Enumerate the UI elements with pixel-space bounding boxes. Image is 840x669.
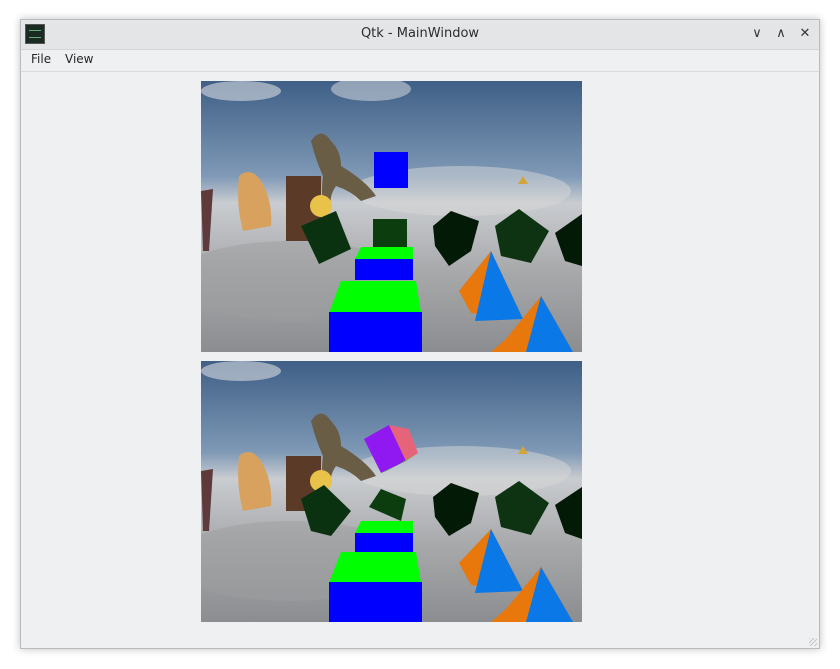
scene-render-top [201, 81, 582, 352]
maximize-button[interactable]: ∧ [771, 24, 791, 44]
resize-grip[interactable] [809, 638, 817, 646]
minimize-button[interactable]: ∨ [747, 24, 767, 44]
scene-view-top[interactable] [201, 81, 582, 352]
menu-file[interactable]: File [27, 52, 55, 66]
menu-view[interactable]: View [61, 52, 97, 66]
stair-blocks [329, 582, 422, 622]
window-title: Qtk - MainWindow [360, 26, 480, 41]
title-bar[interactable]: Qtk - MainWindow ∨ ∧ ✕ [21, 20, 819, 50]
scene-view-bottom[interactable] [201, 361, 582, 632]
close-button[interactable]: ✕ [795, 24, 815, 44]
main-window: Qtk - MainWindow ∨ ∧ ✕ File View [20, 19, 820, 649]
dark-cube [373, 219, 407, 249]
scene-render-bottom [201, 361, 582, 622]
yellow-figure [310, 195, 332, 217]
blue-cube [374, 152, 408, 188]
stair-blocks [329, 312, 422, 352]
menu-bar: File View [21, 50, 819, 72]
